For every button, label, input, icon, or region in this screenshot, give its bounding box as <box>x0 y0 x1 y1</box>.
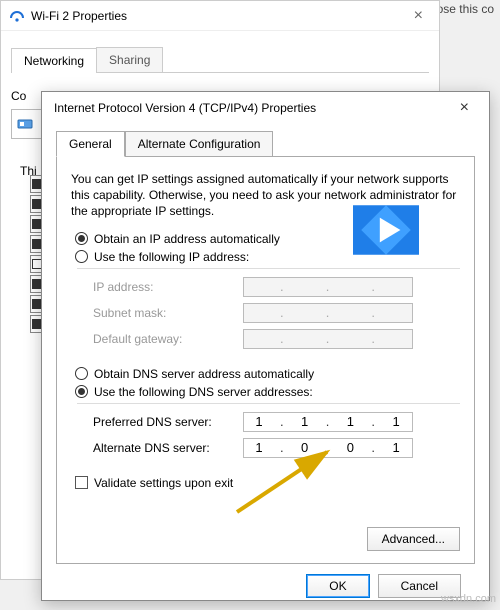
ipv4-titlebar: Internet Protocol Version 4 (TCP/IPv4) P… <box>42 92 489 124</box>
validate-settings-checkbox[interactable] <box>75 476 88 489</box>
subnet-mask-label: Subnet mask: <box>93 306 243 320</box>
default-gateway-label: Default gateway: <box>93 332 243 346</box>
ip-address-label: IP address: <box>93 280 243 294</box>
tab-general[interactable]: General <box>56 131 125 157</box>
radio-obtain-ip-auto-label[interactable]: Obtain an IP address automatically <box>94 232 280 246</box>
radio-use-ip-manual[interactable] <box>75 250 88 263</box>
ipv4-window-title: Internet Protocol Version 4 (TCP/IPv4) P… <box>54 101 452 115</box>
adapter-icon <box>16 115 34 133</box>
dialog-button-bar: OK Cancel <box>56 564 475 598</box>
wifi-icon <box>9 8 25 24</box>
radio-use-dns-manual[interactable] <box>75 385 88 398</box>
alternate-dns-label: Alternate DNS server: <box>93 441 243 455</box>
wifi-close-button[interactable]: × <box>406 7 431 25</box>
radio-obtain-dns-auto[interactable] <box>75 367 88 380</box>
preferred-dns-field[interactable]: 1. 1. 1. 1 <box>243 412 413 432</box>
tab-alternate-configuration[interactable]: Alternate Configuration <box>125 131 274 157</box>
ok-button[interactable]: OK <box>306 574 369 598</box>
ipv4-close-button[interactable]: × <box>452 97 477 119</box>
logo-overlay <box>353 197 419 263</box>
tab-sharing[interactable]: Sharing <box>96 47 163 72</box>
ipv4-properties-dialog: Internet Protocol Version 4 (TCP/IPv4) P… <box>41 91 490 601</box>
ipv4-tabs: General Alternate Configuration <box>56 130 475 156</box>
tab-networking[interactable]: Networking <box>11 48 97 73</box>
ip-address-field: ... <box>243 277 413 297</box>
wifi-tabs: Networking Sharing <box>11 47 429 73</box>
advanced-button[interactable]: Advanced... <box>367 527 460 551</box>
radio-obtain-dns-auto-label[interactable]: Obtain DNS server address automatically <box>94 367 314 381</box>
radio-obtain-ip-auto[interactable] <box>75 232 88 245</box>
default-gateway-field: ... <box>243 329 413 349</box>
radio-use-ip-manual-label[interactable]: Use the following IP address: <box>94 250 249 264</box>
radio-use-dns-manual-label[interactable]: Use the following DNS server addresses: <box>94 385 313 399</box>
watermark: wsxdn.com <box>441 593 496 605</box>
wifi-titlebar: Wi-Fi 2 Properties × <box>1 1 439 31</box>
validate-settings-label[interactable]: Validate settings upon exit <box>94 476 233 490</box>
subnet-mask-field: ... <box>243 303 413 323</box>
general-tab-panel: You can get IP settings assigned automat… <box>56 156 475 564</box>
alternate-dns-field[interactable]: 1. 0. 0. 1 <box>243 438 413 458</box>
preferred-dns-label: Preferred DNS server: <box>93 415 243 429</box>
wifi-window-title: Wi-Fi 2 Properties <box>31 9 406 23</box>
